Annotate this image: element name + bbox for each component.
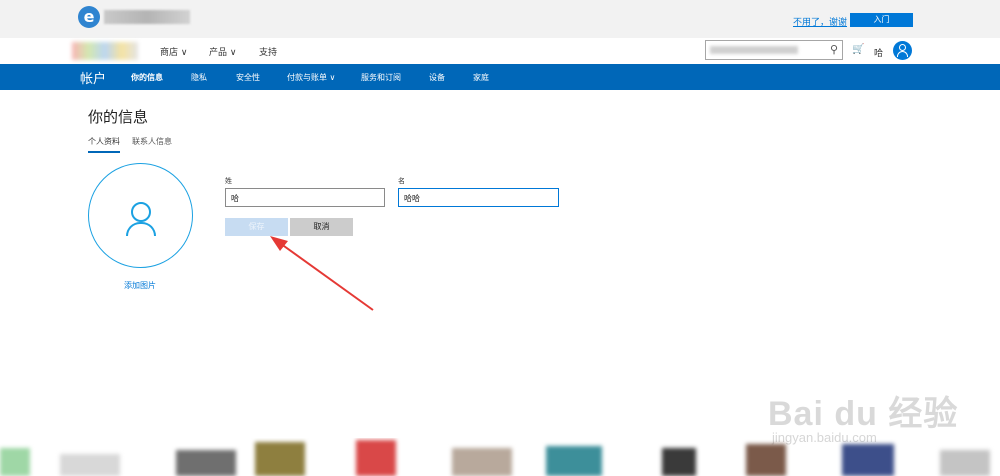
tab-payment-billing[interactable]: 付款与账单 ∨ xyxy=(287,72,335,83)
feedback-link[interactable]: 不用了，谢谢 xyxy=(793,15,847,28)
tab-your-info[interactable]: 你的信息 xyxy=(131,72,163,83)
last-name-field[interactable]: 哈 xyxy=(225,188,385,207)
tab-family[interactable]: 家庭 xyxy=(473,72,489,83)
blurred-taskbar xyxy=(0,438,1000,476)
blurred-block xyxy=(746,444,786,476)
last-name-label: 姓 xyxy=(225,177,232,185)
blurred-block xyxy=(356,440,396,476)
microsoft-logo[interactable] xyxy=(72,42,138,60)
cart-icon[interactable]: 🛒 xyxy=(852,44,864,55)
blurred-block xyxy=(662,448,696,476)
signin-button[interactable]: 入门 xyxy=(850,13,913,27)
blurred-block xyxy=(0,448,30,476)
nav-products[interactable]: 产品 ∨ xyxy=(209,45,236,58)
site-header: 商店 ∨ 产品 ∨ 支持 ⚲ 🛒 哈 xyxy=(0,38,1000,64)
blurred-block xyxy=(940,450,990,476)
tab-devices[interactable]: 设备 xyxy=(429,72,445,83)
edge-logo-icon: e xyxy=(78,6,100,28)
subtab-profile[interactable]: 个人资料 xyxy=(88,136,120,153)
account-nav-bar: 帐户 你的信息 隐私 安全性 付款与账单 ∨ 服务和订阅 设备 家庭 xyxy=(0,64,1000,90)
blurred-block xyxy=(60,454,120,476)
blurred-block xyxy=(546,446,602,476)
browser-top-bar: e 不用了，谢谢 入门 xyxy=(0,0,1000,38)
save-button[interactable]: 保存 xyxy=(225,218,288,236)
blurred-block xyxy=(255,442,305,476)
search-input[interactable]: ⚲ xyxy=(705,40,843,60)
first-name-field[interactable]: 哈哈 xyxy=(398,188,559,207)
person-icon-body xyxy=(126,222,156,236)
tab-security[interactable]: 安全性 xyxy=(236,72,260,83)
avatar-icon[interactable] xyxy=(893,41,912,60)
blurred-block xyxy=(176,450,236,476)
blurred-block xyxy=(842,444,894,476)
cancel-button[interactable]: 取消 xyxy=(290,218,353,236)
nav-support[interactable]: 支持 xyxy=(259,45,277,58)
blurred-search-text xyxy=(710,46,798,54)
search-icon[interactable]: ⚲ xyxy=(830,43,838,56)
nav-store[interactable]: 商店 ∨ xyxy=(160,45,187,58)
account-title[interactable]: 帐户 xyxy=(80,68,106,87)
first-name-label: 名 xyxy=(398,177,405,185)
subtab-contact-info[interactable]: 联系人信息 xyxy=(132,136,172,147)
blurred-block xyxy=(452,448,512,476)
person-icon-head xyxy=(131,202,151,222)
add-photo-link[interactable]: 添加图片 xyxy=(124,280,156,291)
watermark-text: Bai du 经验 xyxy=(768,395,959,433)
tab-privacy[interactable]: 隐私 xyxy=(191,72,207,83)
profile-picture[interactable] xyxy=(88,163,193,268)
browser-window: { "browser": { "feedback_link": "不用了，谢谢"… xyxy=(0,0,1000,476)
tab-services-subscriptions[interactable]: 服务和订阅 xyxy=(361,72,401,83)
user-name[interactable]: 哈 xyxy=(874,46,883,59)
page-title: 你的信息 xyxy=(88,108,149,126)
blurred-title xyxy=(104,10,190,24)
